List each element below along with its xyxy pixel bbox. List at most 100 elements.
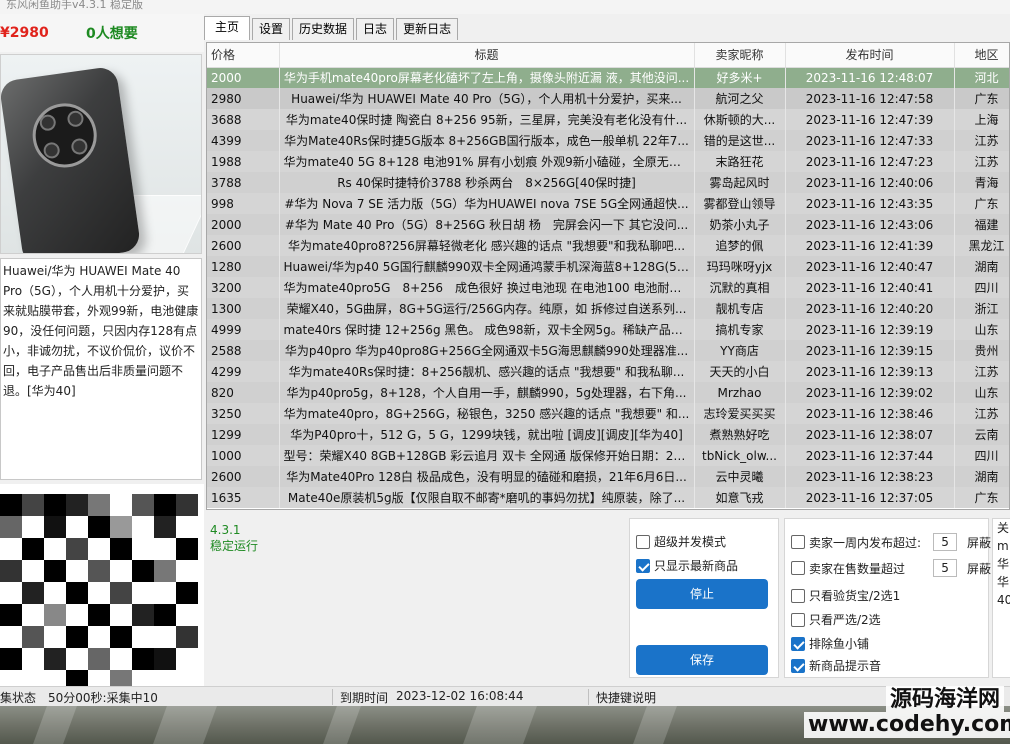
cell-seller: 云中灵曦 xyxy=(694,466,786,487)
checkbox-unchecked[interactable] xyxy=(791,561,805,575)
exclude-shop-checkbox[interactable]: 排除鱼小铺 xyxy=(791,635,869,652)
table-row[interactable]: 4999 mate40rs 保时捷 12+256g 黑色。 成色98新，双卡全网5… xyxy=(207,319,1009,340)
cell-title: 华为Mate40Pro 128白 极品成色，没有明显的磕碰和磨损，21年6月6日… xyxy=(279,466,695,487)
table-row[interactable]: 2600 华为mate40pro8?256屏幕轻微老化 感兴趣的话点 "我想要"和… xyxy=(207,235,1009,256)
cell-title: 华为mate40pro8?256屏幕轻微老化 感兴趣的话点 "我想要"和我私聊吧… xyxy=(279,235,695,256)
tab-changelog[interactable]: 更新日志 xyxy=(396,18,459,40)
cell-price: 3688 xyxy=(207,109,280,130)
item-wants-count: 0人想要 xyxy=(86,26,138,42)
cell-time: 2023-11-16 12:47:23 xyxy=(785,151,955,172)
concurrent-mode-checkbox[interactable]: 超级并发模式 xyxy=(636,533,726,550)
cell-price: 1988 xyxy=(207,151,280,172)
cell-region: 贵州 xyxy=(954,340,1009,361)
weekly-post-limit-input[interactable]: 5 xyxy=(933,533,958,551)
cell-time: 2023-11-16 12:38:46 xyxy=(785,403,955,424)
latest-only-checkbox[interactable]: 只显示最新商品 xyxy=(636,557,738,574)
cell-region: 江苏 xyxy=(954,130,1009,151)
item-detail-panel: ¥2980 0人想要 Huawei/华为 HUAWEI Mate 40 Pro（… xyxy=(0,14,204,686)
table-row[interactable]: 2980 Huawei/华为 HUAWEI Mate 40 Pro（5G），个人用… xyxy=(207,88,1009,109)
checkbox-checked[interactable] xyxy=(791,636,805,651)
inspection-only-checkbox[interactable]: 只看验货宝/2选1 xyxy=(791,587,900,604)
table-row[interactable]: 1300 荣耀X40，5G曲屏，8G+5G运行/256G内存。纯原，如 拆修过自送… xyxy=(207,298,1009,319)
col-header-region[interactable]: 地区 xyxy=(954,43,1009,68)
checkbox-checked[interactable] xyxy=(791,658,805,673)
table-row[interactable]: 2000 华为手机mate40pro屏幕老化磕坏了左上角，摄像头附近漏 液，其他没… xyxy=(207,67,1009,88)
table-row[interactable]: 4299 华为mate40Rs保时捷：8+256靓机、感兴趣的话点 "我想要" 和… xyxy=(207,361,1009,382)
table-row[interactable]: 2600 华为Mate40Pro 128白 极品成色，没有明显的磕碰和磨损，21年… xyxy=(207,466,1009,487)
cell-price: 3250 xyxy=(207,403,280,424)
table-row[interactable]: 2000 #华为 Mate 40 Pro（5G）8+256G 秋日胡 杨 完屏会闪… xyxy=(207,214,1009,235)
checkbox-unchecked[interactable] xyxy=(636,534,650,549)
table-row[interactable]: 1000 型号：荣耀X40 8GB+128GB 彩云追月 双卡 全网通 版保修开始… xyxy=(207,445,1009,466)
cell-price: 2000 xyxy=(207,67,280,88)
table-row[interactable]: 1299 华为P40pro十，512 G，5 G，1299块钱，就出啦 [调皮][… xyxy=(207,424,1009,445)
expire-time: 2023-12-02 16:08:44 xyxy=(396,689,524,703)
cell-title: Huawei/华为p40 5G国行麒麟990双卡全网通鸿蒙手机深海蓝8+128G… xyxy=(279,256,695,277)
tab-home[interactable]: 主页 xyxy=(204,16,251,40)
cell-seller: 好多米+ xyxy=(694,67,786,88)
checkbox-checked[interactable] xyxy=(636,558,650,573)
cell-region: 青海 xyxy=(954,172,1009,193)
cell-seller: 天天的小白 xyxy=(694,361,786,382)
cell-price: 1280 xyxy=(207,256,280,277)
cell-seller: 玛玛咪呀yjx xyxy=(694,256,786,277)
cell-price: 820 xyxy=(207,382,280,403)
strict-select-checkbox[interactable]: 只看严选/2选 xyxy=(791,611,881,628)
watermark-line1: 源码海洋网 xyxy=(885,686,1004,712)
cell-time: 2023-11-16 12:38:23 xyxy=(785,466,955,487)
table-row[interactable]: 820 华为p40pro5g，8+128，个人自用一手，麒麟990，5g处理器，右… xyxy=(207,382,1009,403)
version-info: 4.3.1 稳定运行 xyxy=(210,522,258,554)
cell-region: 湖南 xyxy=(954,256,1009,277)
checkbox-unchecked[interactable] xyxy=(791,535,805,549)
cell-time: 2023-11-16 12:39:19 xyxy=(785,319,955,340)
stop-button[interactable]: 停止 xyxy=(636,579,768,609)
cell-time: 2023-11-16 12:37:05 xyxy=(785,487,955,508)
cell-title: 型号：荣耀X40 8GB+128GB 彩云追月 双卡 全网通 版保修开始日期：2… xyxy=(279,445,695,466)
cell-time: 2023-11-16 12:39:13 xyxy=(785,361,955,382)
cell-title: 华为p40pro5g，8+128，个人自用一手，麒麟990，5g处理器，右下角.… xyxy=(279,382,695,403)
version-status: 稳定运行 xyxy=(210,539,259,553)
item-photo[interactable] xyxy=(0,54,202,254)
table-row[interactable]: 4399 华为Mate40Rs保时捷5G版本 8+256GB国行版本，成色一般单机… xyxy=(207,130,1009,151)
cell-time: 2023-11-16 12:47:33 xyxy=(785,130,955,151)
collect-status: 集状态 50分00秒:采集中10 xyxy=(0,691,158,705)
col-header-time[interactable]: 发布时间 xyxy=(785,43,955,68)
table-row[interactable]: 998 #华为 Nova 7 SE 活力版（5G）华为HUAWEI nova 7S… xyxy=(207,193,1009,214)
table-row[interactable]: 1988 华为mate40 5G 8+128 电池91% 屏有小划痕 外观9新小磕… xyxy=(207,151,1009,172)
onsale-limit-checkbox[interactable]: 卖家在售数量超过 5 屏蔽 xyxy=(791,559,991,577)
table-row[interactable]: 1635 Mate40e原装机5g版【仅限自取不邮寄*磨叽的事妈勿扰】纯原装，除了… xyxy=(207,487,1009,508)
cell-seller: 航河之父 xyxy=(694,88,786,109)
cell-time: 2023-11-16 12:40:47 xyxy=(785,256,955,277)
tab-history[interactable]: 历史数据 xyxy=(292,18,355,40)
checkbox-unchecked[interactable] xyxy=(791,588,805,603)
table-row[interactable]: 3200 华为mate40pro5G 8+256 成色很好 换过电池现 在电池10… xyxy=(207,277,1009,298)
cell-seller: 错的是这世... xyxy=(694,130,786,151)
col-header-seller[interactable]: 卖家昵称 xyxy=(694,43,786,68)
cell-seller: 休斯顿的大... xyxy=(694,109,786,130)
table-row[interactable]: 3688 华为mate40保时捷 陶瓷白 8+256 95新，三星屏，完美没有老化… xyxy=(207,109,1009,130)
side-info-panel: 关 m 华 华 40 xyxy=(992,518,1010,678)
checkbox-unchecked[interactable] xyxy=(791,612,805,627)
cell-time: 2023-11-16 12:43:35 xyxy=(785,193,955,214)
onsale-limit-input[interactable]: 5 xyxy=(933,559,958,577)
cell-time: 2023-11-16 12:38:07 xyxy=(785,424,955,445)
weekly-post-limit-checkbox[interactable]: 卖家一周内发布超过: 5 屏蔽 xyxy=(791,533,991,551)
cell-seller: 雾都登山领导 xyxy=(694,193,786,214)
table-row[interactable]: 1280 Huawei/华为p40 5G国行麒麟990双卡全网通鸿蒙手机深海蓝8+… xyxy=(207,256,1009,277)
table-row[interactable]: 3250 华为mate40pro，8G+256G，秘银色，3250 感兴趣的话点 … xyxy=(207,403,1009,424)
tab-settings[interactable]: 设置 xyxy=(252,18,291,40)
cell-seller: 志玲爱买买买 xyxy=(694,403,786,424)
cell-title: 华为mate40pro5G 8+256 成色很好 换过电池现 在电池100 电池… xyxy=(279,277,695,298)
shortcut-help-link[interactable]: 快捷键说明 xyxy=(596,689,656,706)
price-bar: ¥2980 0人想要 xyxy=(0,14,204,52)
table-row[interactable]: 2588 华为p40pro 华为p40pro8G+256G全网通双卡5G海思麒麟9… xyxy=(207,340,1009,361)
listings-table[interactable]: 价格 标题 卖家昵称 发布时间 地区 2000 华为手机mate40pro屏幕老化… xyxy=(206,42,1010,510)
cell-title: Huawei/华为 HUAWEI Mate 40 Pro（5G），个人用机十分爱… xyxy=(279,88,695,109)
cell-price: 2588 xyxy=(207,340,280,361)
save-button[interactable]: 保存 xyxy=(636,645,768,675)
table-row[interactable]: 3788 Rs 40保时捷特价3788 秒杀两台 8×256G[40保时捷] 雾岛起… xyxy=(207,172,1009,193)
col-header-price[interactable]: 价格 xyxy=(207,43,280,68)
col-header-title[interactable]: 标题 xyxy=(279,43,695,68)
new-item-sound-checkbox[interactable]: 新商品提示音 xyxy=(791,657,881,674)
tab-log[interactable]: 日志 xyxy=(356,18,395,40)
